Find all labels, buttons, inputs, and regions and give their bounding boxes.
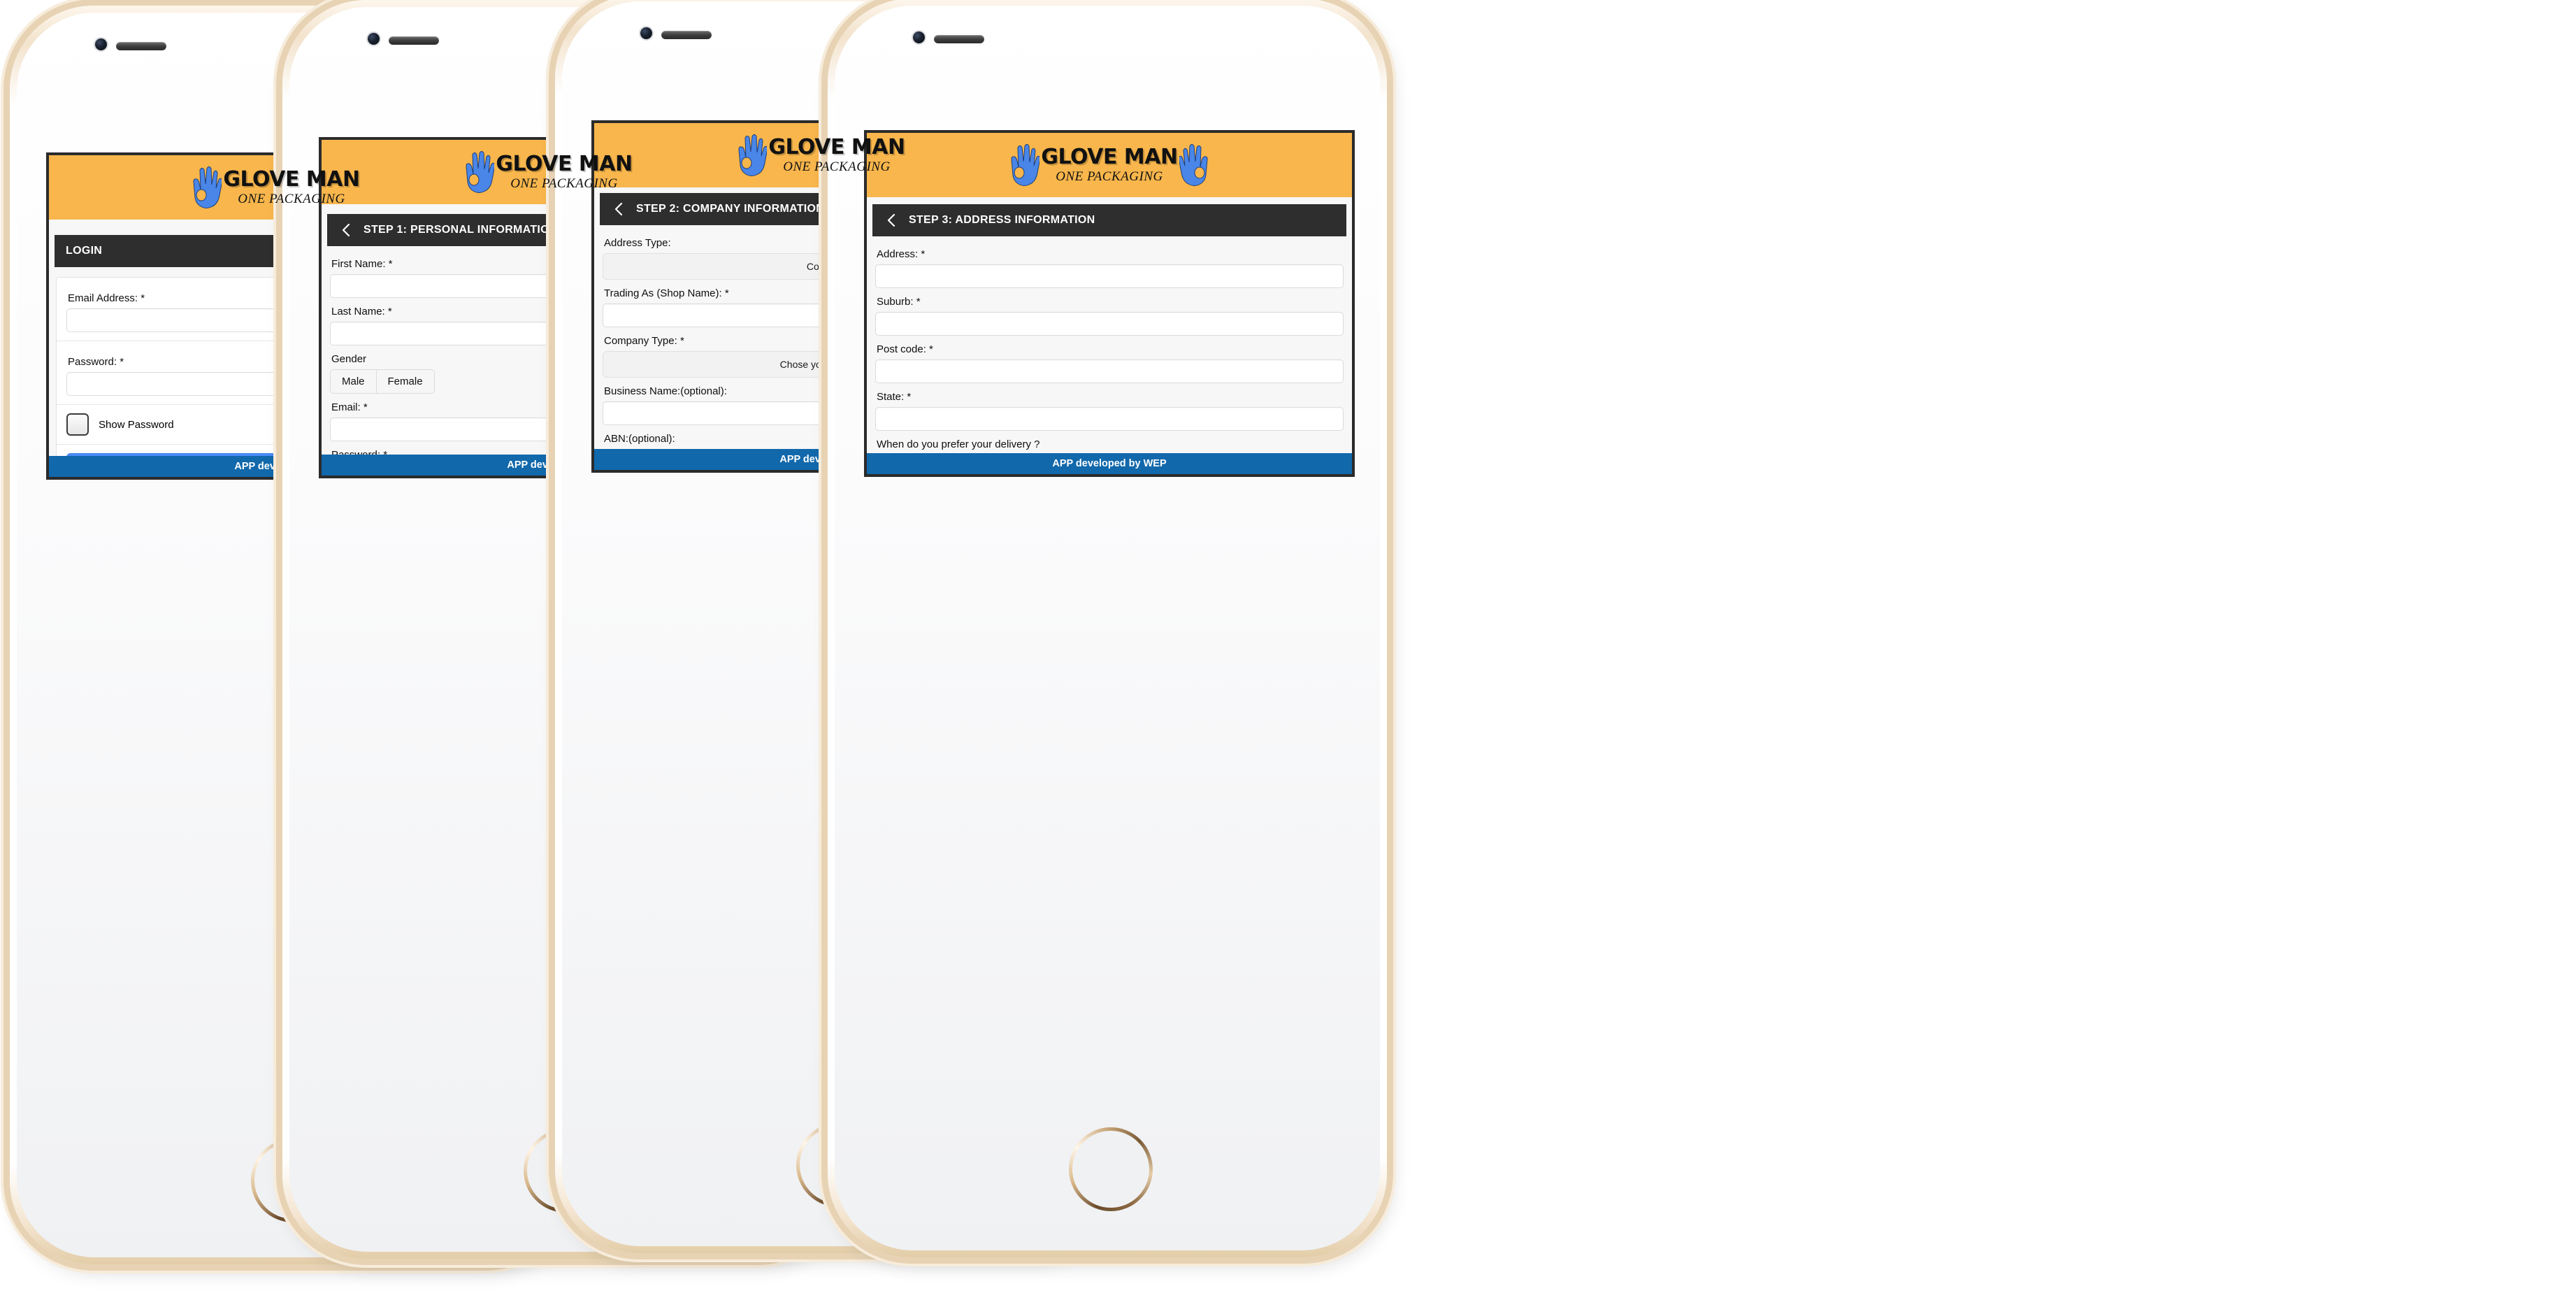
back-chevron-icon[interactable] bbox=[611, 201, 626, 217]
ok-hand-left-icon bbox=[466, 151, 495, 193]
suburb-input[interactable] bbox=[875, 312, 1344, 336]
logo-subtitle: ONE PACKAGING bbox=[1056, 169, 1163, 184]
front-camera-icon bbox=[913, 31, 925, 43]
logo-subtitle: ONE PACKAGING bbox=[238, 192, 345, 206]
show-password-label: Show Password bbox=[99, 418, 174, 431]
logo-title: GLOVE MAN bbox=[496, 152, 633, 176]
suburb-label: Suburb: * bbox=[877, 296, 921, 308]
step3-header-title: STEP 3: ADDRESS INFORMATION bbox=[909, 214, 1095, 226]
step1-header-title: STEP 1: PERSONAL INFORMATION bbox=[364, 224, 558, 236]
earpiece-speaker bbox=[389, 36, 439, 45]
step3-body: Address: * Suburb: * Post code: * State:… bbox=[867, 236, 1352, 453]
state-group: State: * bbox=[875, 385, 1344, 431]
ok-hand-left-icon bbox=[193, 166, 222, 208]
back-chevron-icon[interactable] bbox=[884, 213, 899, 228]
state-label: State: * bbox=[877, 391, 912, 403]
app-footer: APP developed by WEP bbox=[867, 453, 1352, 474]
earpiece-speaker bbox=[116, 42, 166, 50]
post-code-group: Post code: * bbox=[875, 337, 1344, 383]
step2-header-title: STEP 2: COMPANY INFORMATION bbox=[636, 203, 825, 215]
address-label: Address: * bbox=[877, 248, 926, 260]
delivery-preference-group: When do you prefer your delivery ? Early… bbox=[875, 432, 1344, 453]
front-camera-icon bbox=[95, 38, 107, 50]
app-logo-bar: GLOVE MAN ONE PACKAGING bbox=[867, 133, 1352, 197]
address-group: Address: * bbox=[875, 242, 1344, 288]
ok-hand-left-icon bbox=[1011, 144, 1040, 186]
show-password-checkbox[interactable] bbox=[66, 413, 89, 436]
earpiece-speaker bbox=[934, 35, 984, 43]
state-input[interactable] bbox=[875, 407, 1344, 431]
post-code-label: Post code: * bbox=[877, 343, 933, 355]
logo-subtitle: ONE PACKAGING bbox=[510, 176, 618, 191]
front-camera-icon bbox=[640, 27, 652, 39]
phone-device-4: GLOVE MAN ONE PACKAGING STEP 3: ADDRESS … bbox=[828, 0, 1387, 1257]
gender-option-male[interactable]: Male bbox=[331, 370, 377, 393]
logo-title: GLOVE MAN bbox=[223, 167, 360, 192]
app-screen-step3: GLOVE MAN ONE PACKAGING STEP 3: ADDRESS … bbox=[864, 130, 1355, 477]
logo-subtitle: ONE PACKAGING bbox=[783, 159, 891, 174]
front-camera-icon bbox=[368, 33, 380, 45]
delivery-preference-label: When do you prefer your delivery ? bbox=[877, 438, 1040, 450]
earpiece-speaker bbox=[661, 31, 712, 39]
logo-title: GLOVE MAN bbox=[768, 135, 905, 159]
suburb-group: Suburb: * bbox=[875, 290, 1344, 336]
gender-segmented-control[interactable]: Male Female bbox=[330, 369, 435, 394]
footer-text: APP developed by WEP bbox=[1052, 458, 1167, 469]
ok-hand-right-icon bbox=[1179, 144, 1208, 186]
ok-hand-left-icon bbox=[738, 134, 768, 176]
login-header-title: LOGIN bbox=[66, 245, 103, 257]
back-chevron-icon[interactable] bbox=[338, 222, 354, 238]
post-code-input[interactable] bbox=[875, 359, 1344, 383]
gender-option-female[interactable]: Female bbox=[376, 370, 434, 393]
home-button[interactable] bbox=[1069, 1127, 1153, 1211]
step3-section-header: STEP 3: ADDRESS INFORMATION bbox=[872, 204, 1346, 236]
address-input[interactable] bbox=[875, 264, 1344, 288]
logo-title: GLOVE MAN bbox=[1041, 145, 1178, 169]
